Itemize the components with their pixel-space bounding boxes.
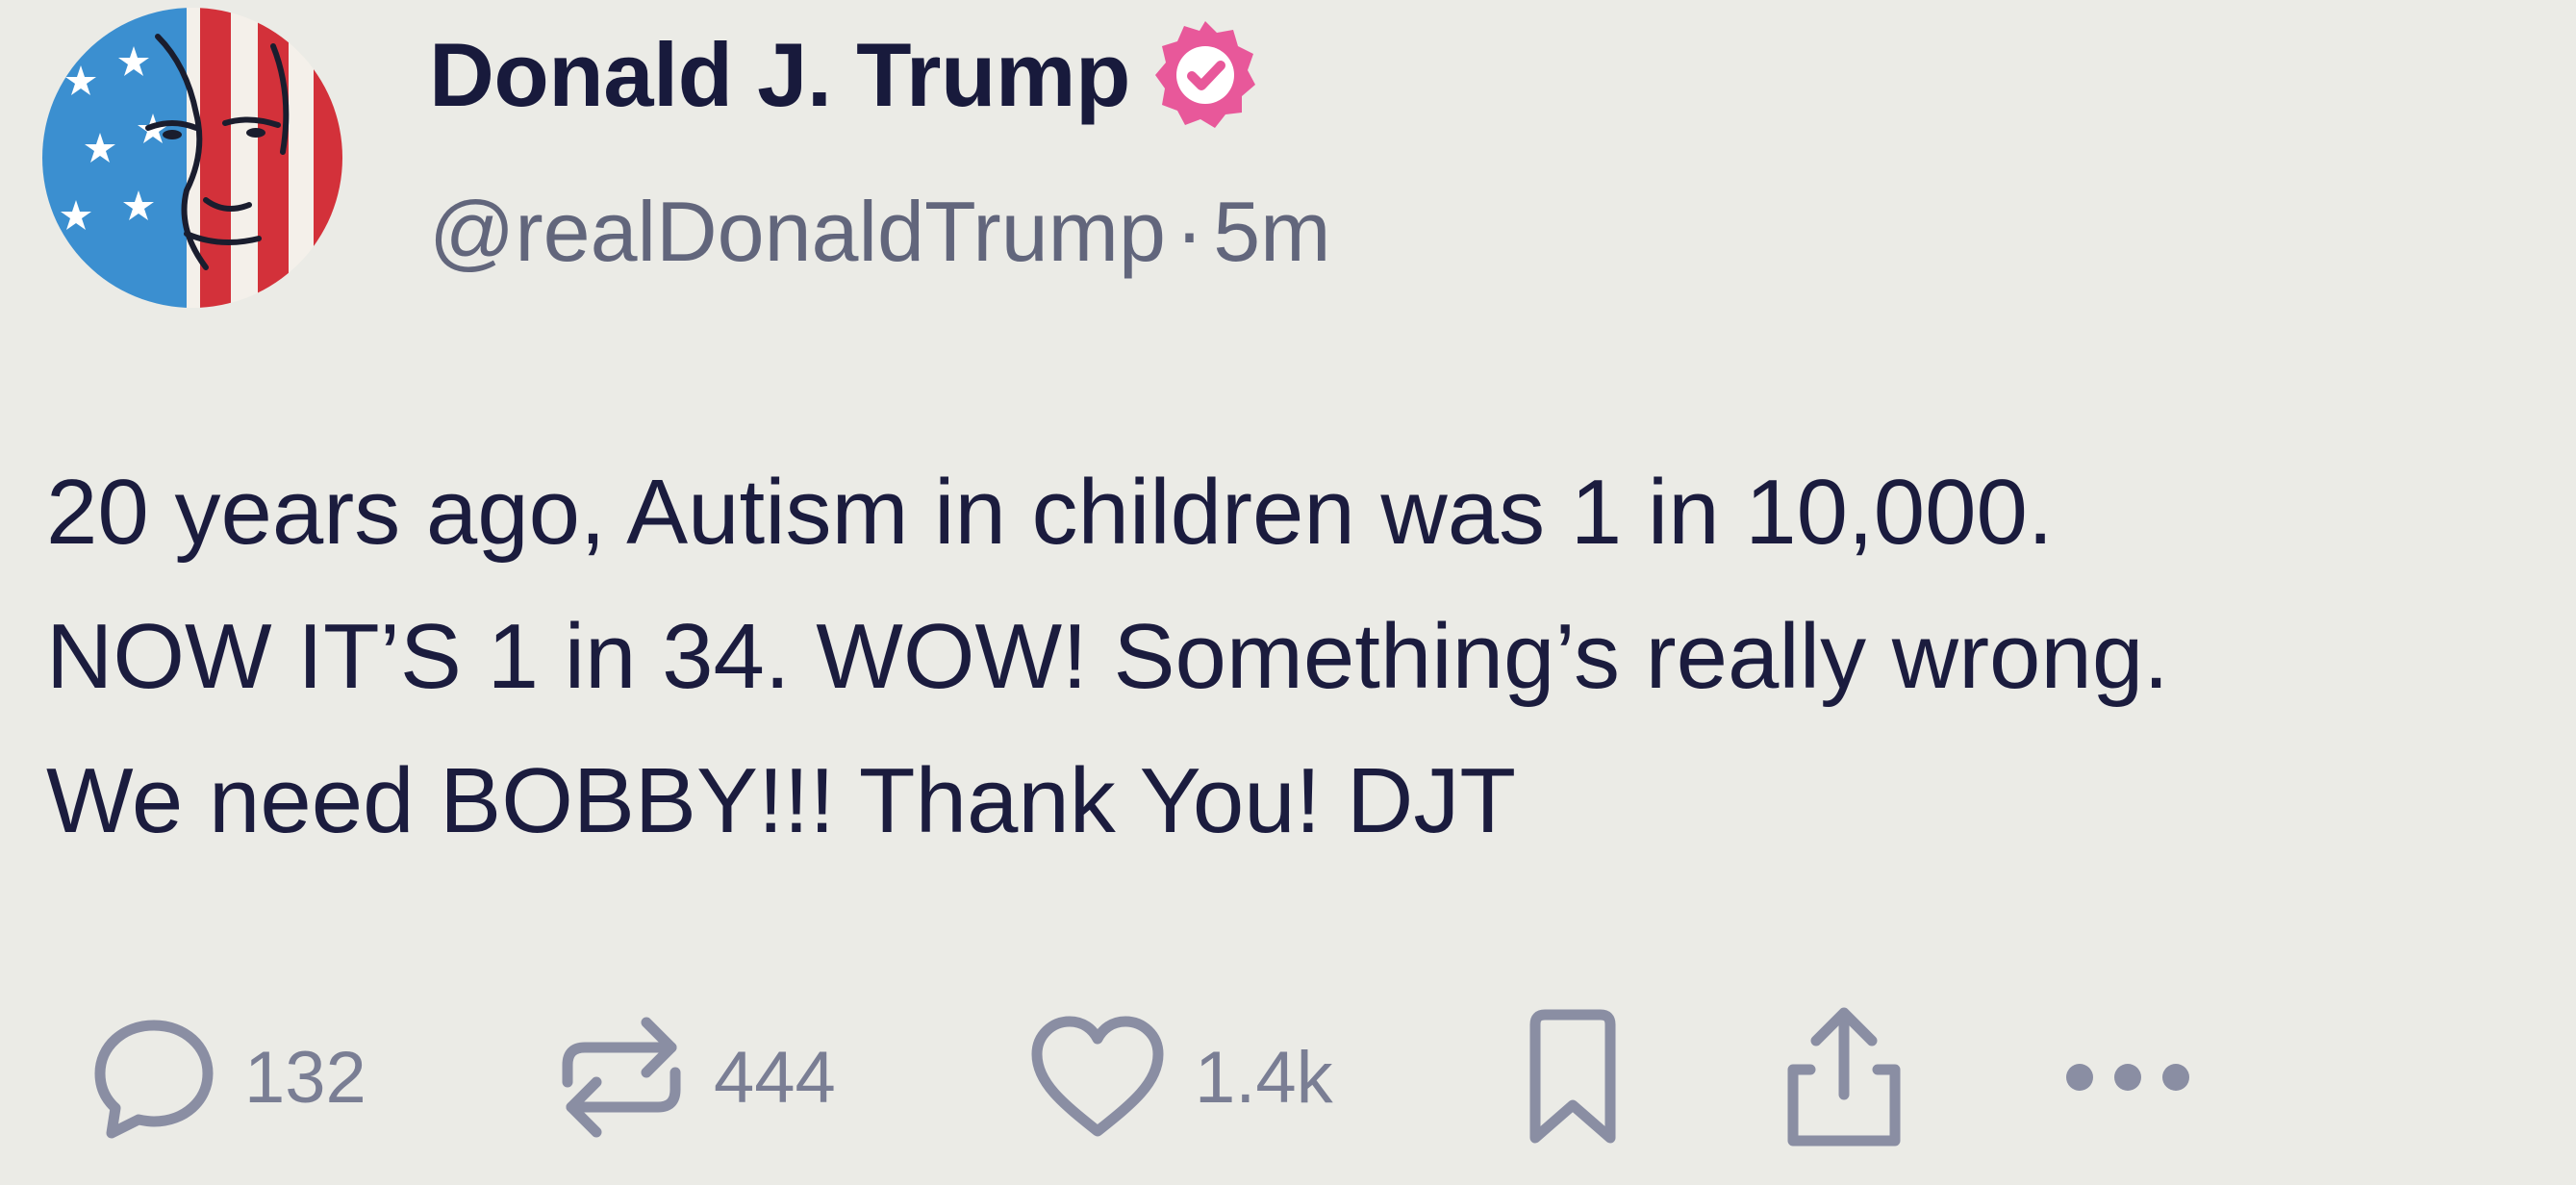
author-display-name[interactable]: Donald J. Trump	[429, 23, 1130, 127]
like-button[interactable]: 1.4k	[1025, 991, 1333, 1164]
share-button[interactable]	[1781, 991, 1907, 1164]
verified-badge-icon	[1148, 17, 1263, 133]
post-timestamp[interactable]: 5m	[1213, 184, 1330, 279]
bookmark-icon	[1520, 1005, 1626, 1149]
like-count: 1.4k	[1195, 1036, 1333, 1119]
post-body-line: We need BOBBY!!! Thank You! DJT	[46, 749, 1516, 852]
post-body: 20 years ago, Autism in children was 1 i…	[46, 441, 2566, 873]
more-icon	[2060, 1058, 2195, 1097]
post-meta: @realDonaldTrump · 5m	[429, 183, 1330, 281]
repost-count: 444	[714, 1036, 836, 1119]
reply-button[interactable]: 132	[88, 991, 366, 1164]
heart-icon	[1025, 1010, 1170, 1145]
meta-separator: ·	[1174, 184, 1204, 279]
repost-button[interactable]: 444	[554, 991, 836, 1164]
more-options-button[interactable]	[2060, 991, 2195, 1164]
reply-count: 132	[244, 1036, 366, 1119]
reply-icon	[88, 1012, 219, 1143]
repost-icon	[554, 1005, 689, 1149]
bookmark-button[interactable]	[1520, 991, 1626, 1164]
post-body-line: 20 years ago, Autism in children was 1 i…	[46, 461, 2054, 564]
author-name-row: Donald J. Trump	[429, 8, 1263, 142]
author-handle[interactable]: @realDonaldTrump	[429, 184, 1166, 279]
post-body-line: NOW IT’S 1 in 34. WOW! Something’s reall…	[46, 605, 2169, 708]
action-bar: 132 444 1.4k	[0, 991, 2576, 1164]
share-icon	[1781, 1000, 1907, 1154]
avatar-image	[42, 8, 342, 308]
avatar[interactable]	[42, 8, 342, 308]
